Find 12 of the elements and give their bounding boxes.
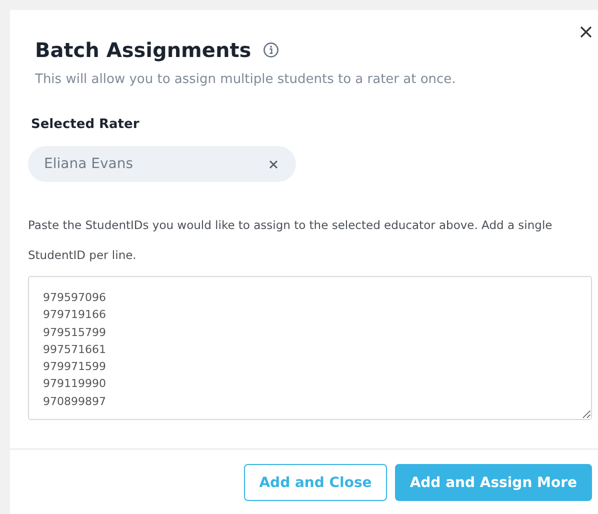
info-icon[interactable]: [263, 42, 280, 58]
student-ids-field[interactable]: 979597096 979719166 979515799 997571661 979971599 979119990 970899897: [28, 276, 592, 420]
add-and-close-button[interactable]: Add and Close: [244, 464, 387, 501]
add-and-assign-more-button[interactable]: Add and Assign More: [394, 464, 592, 501]
dialog-subtitle: This will allow you to assign multiple students to a rater at once.: [35, 72, 457, 87]
field-label: Selected Rater: [31, 117, 140, 132]
rater-chip[interactable]: Eliana Evans: [28, 146, 296, 182]
close-icon[interactable]: [578, 24, 594, 40]
dialog-title: Batch Assignments: [35, 38, 252, 62]
remove-icon[interactable]: [269, 160, 278, 168]
rater-name: Eliana Evans: [44, 156, 133, 172]
instructions-text: Paste the StudentIDs you would like to assign to the selected educator above. Add a single StudentID per line.: [28, 217, 554, 264]
